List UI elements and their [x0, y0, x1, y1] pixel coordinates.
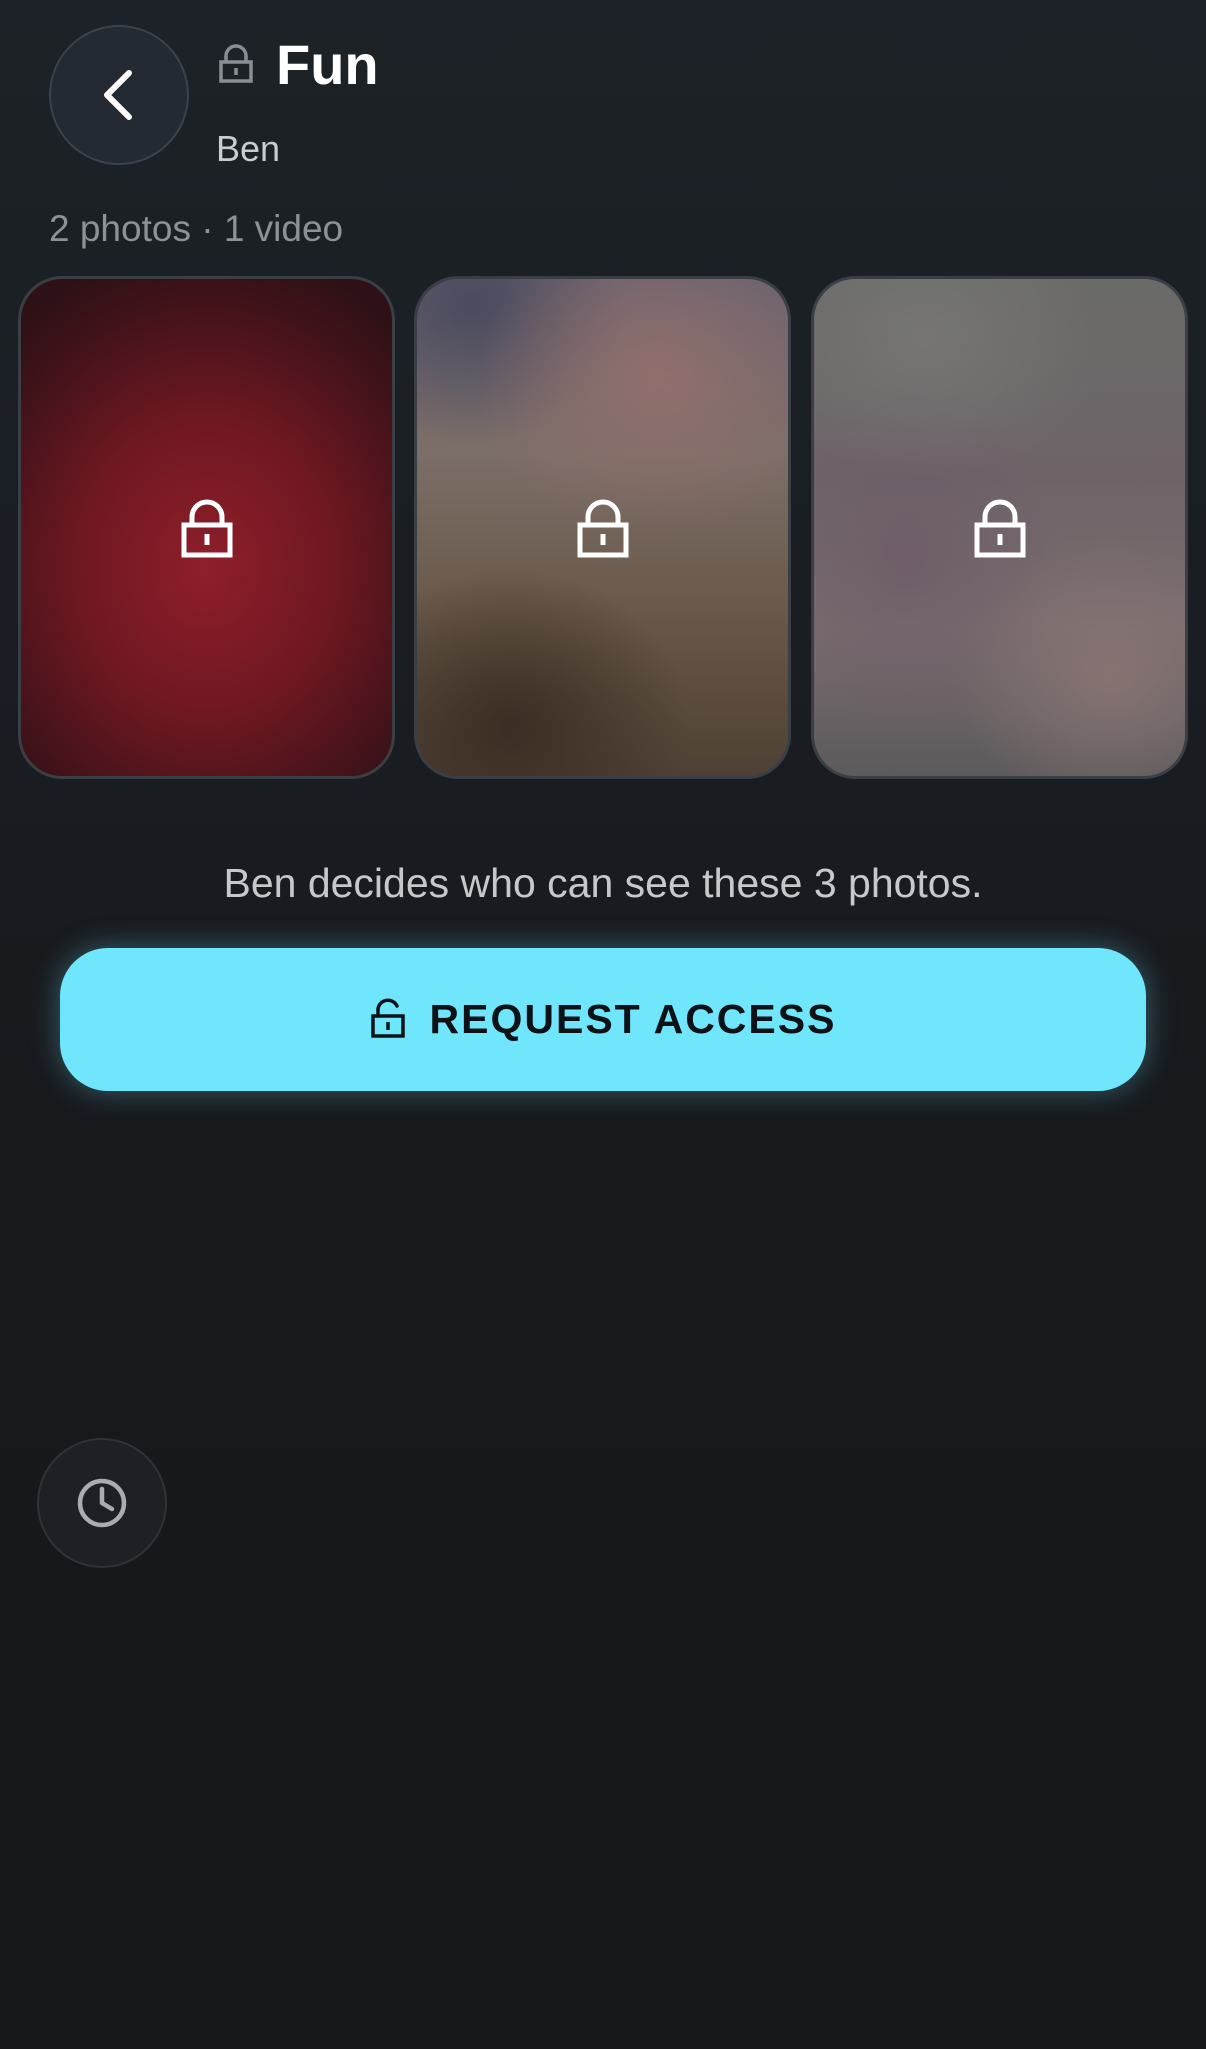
media-count: 2 photos · 1 video	[49, 208, 344, 249]
owner-name[interactable]: Ben	[216, 126, 280, 172]
request-access-button[interactable]: REQUEST ACCESS	[60, 948, 1146, 1091]
lock-icon	[219, 44, 253, 83]
locked-video-tile[interactable]	[811, 276, 1188, 779]
clock-icon	[77, 1478, 127, 1528]
locked-photo-tile[interactable]	[414, 276, 791, 779]
chevron-left-icon	[104, 70, 132, 120]
unlock-icon	[370, 998, 405, 1038]
lock-icon	[974, 499, 1025, 557]
history-button[interactable]	[37, 1438, 167, 1568]
locked-photo-tile[interactable]	[18, 276, 395, 779]
lock-icon	[181, 499, 232, 557]
request-access-label: REQUEST ACCESS	[429, 996, 837, 1042]
album-title: Fun	[276, 33, 379, 96]
access-message: Ben decides who can see these 3 photos.	[223, 860, 983, 906]
back-button[interactable]	[49, 25, 189, 165]
lock-icon	[577, 499, 628, 557]
